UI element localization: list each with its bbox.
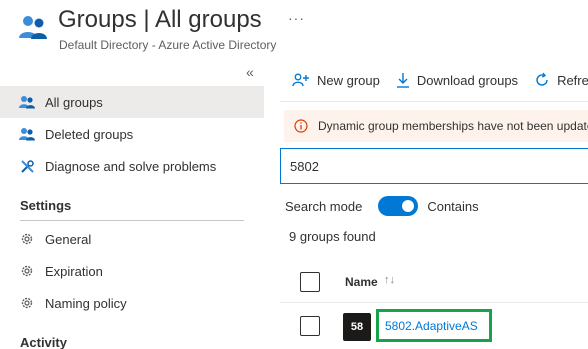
row-divider <box>280 302 588 303</box>
sidebar-item-all-groups[interactable]: All groups <box>0 86 264 118</box>
banner-text: Dynamic group memberships have not been … <box>318 119 588 133</box>
page-subtitle: Default Directory - Azure Active Directo… <box>59 38 277 52</box>
activity-section-title: Activity <box>20 335 67 349</box>
sidebar-item-label: Deleted groups <box>45 126 134 142</box>
section-divider <box>20 220 244 221</box>
settings-section-title: Settings <box>20 198 72 213</box>
new-group-label: New group <box>317 72 380 88</box>
page-title: Groups | All groups <box>58 6 262 33</box>
gear-icon <box>18 262 36 280</box>
wrench-icon <box>18 157 36 175</box>
sidebar-item-label: All groups <box>45 94 103 110</box>
column-header-name[interactable]: Name <box>345 275 378 289</box>
sidebar-item-expiration[interactable]: Expiration <box>0 255 264 287</box>
highlight-box: 5802.AdaptiveAS <box>376 309 492 342</box>
toolbar: New group Download groups Refresh <box>280 62 588 98</box>
groups-icon <box>18 93 36 111</box>
refresh-icon <box>534 72 550 88</box>
sort-icon[interactable]: ↑↓ <box>384 274 395 286</box>
table-row[interactable]: 58 5802.AdaptiveAS <box>280 304 588 348</box>
sidebar-item-diagnose[interactable]: Diagnose and solve problems <box>0 150 264 182</box>
search-mode: Search mode Contains <box>285 196 479 216</box>
download-icon <box>396 72 410 88</box>
new-group-button[interactable]: New group <box>292 73 380 88</box>
search-mode-value: Contains <box>427 198 479 214</box>
groups-icon <box>18 14 48 40</box>
select-all-checkbox[interactable] <box>300 272 320 292</box>
search-mode-toggle[interactable] <box>378 196 419 216</box>
row-checkbox[interactable] <box>300 316 320 336</box>
gear-icon <box>18 294 36 312</box>
info-banner: Dynamic group memberships have not been … <box>284 110 588 142</box>
collapse-sidebar-icon[interactable]: « <box>246 64 254 80</box>
search-mode-label: Search mode <box>285 198 363 214</box>
main-content: New group Download groups Refresh Dynami… <box>280 62 588 349</box>
sidebar-item-label: Expiration <box>45 263 103 279</box>
toggle-knob <box>402 200 415 212</box>
download-groups-label: Download groups <box>416 72 519 88</box>
toolbar-divider <box>280 101 588 102</box>
sidebar-item-label: Diagnose and solve problems <box>45 158 217 174</box>
sidebar-item-deleted-groups[interactable]: Deleted groups <box>0 118 264 150</box>
download-groups-button[interactable]: Download groups <box>396 72 518 88</box>
more-options-icon[interactable]: ··· <box>288 10 305 26</box>
info-icon <box>294 119 308 133</box>
refresh-button[interactable]: Refresh <box>534 72 588 88</box>
groups-icon <box>18 125 36 143</box>
gear-icon <box>18 230 36 248</box>
search-input[interactable] <box>280 148 588 184</box>
group-avatar: 58 <box>343 313 371 341</box>
results-count: 9 groups found <box>289 229 376 244</box>
sidebar-item-label: General <box>45 231 92 247</box>
sidebar-item-label: Naming policy <box>45 295 127 311</box>
sidebar-item-naming-policy[interactable]: Naming policy <box>0 287 264 319</box>
group-name-link[interactable]: 5802.AdaptiveAS <box>385 319 478 333</box>
sidebar: « All groups Deleted groups Diagnose and… <box>0 62 266 349</box>
sidebar-item-general[interactable]: General <box>0 223 264 255</box>
page-header: Groups | All groups ··· Default Director… <box>0 0 588 60</box>
table-header: Name ↑↓ <box>280 264 588 300</box>
refresh-label: Refresh <box>557 72 588 88</box>
add-group-icon <box>292 73 310 87</box>
